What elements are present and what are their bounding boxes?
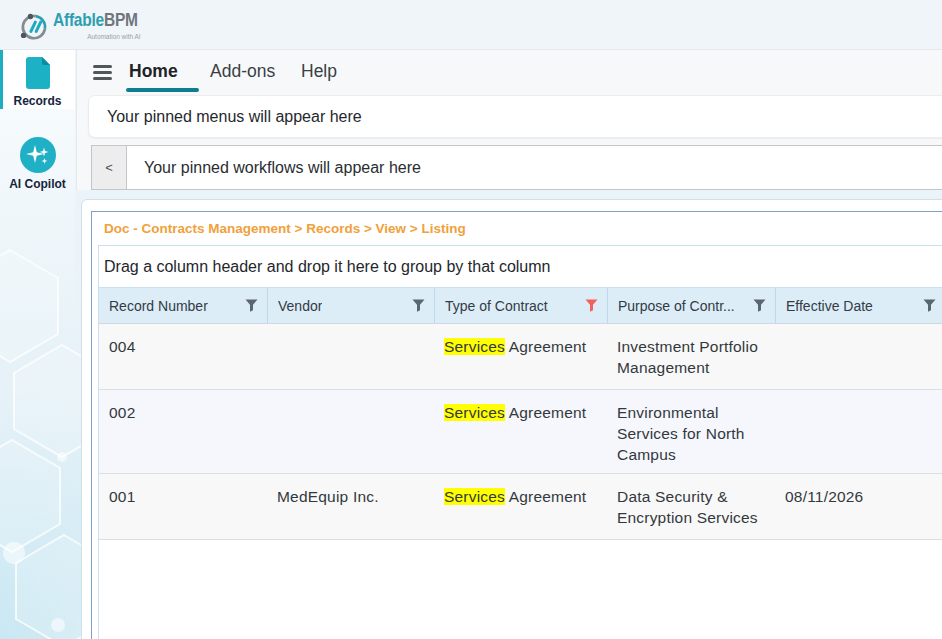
cell-effective-date — [775, 390, 942, 473]
logo-tagline: Automation with AI — [87, 33, 136, 40]
sidebar-item-records[interactable]: Records — [0, 50, 75, 109]
cell-vendor — [267, 324, 434, 389]
cell-purpose: Data Security & Encryption Services — [607, 474, 775, 539]
filter-icon-active[interactable] — [585, 299, 598, 312]
records-panel: Doc - Contracts Management > Records > V… — [91, 211, 942, 639]
filter-icon[interactable] — [753, 299, 766, 312]
cell-purpose: Environmental Services for North Campus — [607, 390, 775, 473]
sidebar-item-label: Records — [13, 94, 61, 108]
tab-home[interactable]: Home — [129, 61, 178, 82]
logo-text: AffableBPM — [53, 9, 138, 31]
affablebpm-app: AffableBPM Automation with AI Records AI… — [0, 0, 942, 639]
tab-help[interactable]: Help — [301, 61, 337, 82]
pinned-workflows-bar: < Your pinned workflows will appear here — [91, 145, 942, 190]
cell-effective-date — [775, 324, 942, 389]
logo-icon — [18, 11, 50, 43]
pinned-menus-bar: Your pinned menus will appear here — [88, 95, 942, 138]
collapse-button[interactable]: < — [92, 146, 127, 189]
active-indicator — [0, 50, 3, 109]
filter-icon[interactable] — [245, 299, 258, 312]
group-by-hint: Drag a column header and drop it here to… — [99, 246, 942, 288]
grid-header-row: Record Number Vendor Type of Contract Pu… — [99, 288, 942, 324]
cell-vendor — [267, 390, 434, 473]
tab-add-ons[interactable]: Add-ons — [210, 61, 275, 82]
cell-effective-date: 08/11/2026 — [775, 474, 942, 539]
pinned-workflows-text: Your pinned workflows will appear here — [127, 146, 421, 189]
sidebar-item-ai-copilot[interactable]: AI Copilot — [0, 123, 75, 199]
table-row[interactable]: 002 Services Agreement Environmental Ser… — [99, 390, 942, 474]
cell-type-of-contract: Services Agreement — [434, 390, 607, 473]
cell-record-number: 002 — [99, 390, 267, 473]
content-card: Doc - Contracts Management > Records > V… — [81, 199, 942, 639]
column-header-type-of-contract[interactable]: Type of Contract — [434, 288, 607, 323]
cell-record-number: 001 — [99, 474, 267, 539]
column-header-effective-date[interactable]: Effective Date — [775, 288, 942, 323]
records-grid: Drag a column header and drop it here to… — [98, 245, 942, 639]
column-header-record-number[interactable]: Record Number — [99, 288, 267, 323]
column-header-purpose-of-contract[interactable]: Purpose of Contr... — [607, 288, 775, 323]
breadcrumb[interactable]: Doc - Contracts Management > Records > V… — [92, 212, 942, 244]
table-row[interactable]: 001 MedEquip Inc. Services Agreement Dat… — [99, 474, 942, 540]
sidebar-item-label: AI Copilot — [9, 177, 66, 191]
hamburger-icon[interactable] — [93, 65, 112, 83]
cell-record-number: 004 — [99, 324, 267, 389]
filter-icon[interactable] — [412, 299, 425, 312]
cell-type-of-contract: Services Agreement — [434, 474, 607, 539]
table-row[interactable]: 004 Services Agreement Investment Portfo… — [99, 324, 942, 390]
column-header-vendor[interactable]: Vendor — [267, 288, 434, 323]
active-tab-underline — [126, 88, 199, 92]
filter-icon[interactable] — [923, 299, 936, 312]
top-header: AffableBPM Automation with AI — [0, 0, 942, 50]
sidebar: Records AI Copilot — [0, 50, 75, 639]
document-icon — [23, 56, 53, 90]
cell-vendor: MedEquip Inc. — [267, 474, 434, 539]
cell-purpose: Investment Portfolio Management — [607, 324, 775, 389]
logo[interactable]: AffableBPM Automation with AI — [0, 0, 200, 50]
sparkles-icon — [20, 137, 56, 173]
cell-type-of-contract: Services Agreement — [434, 324, 607, 389]
